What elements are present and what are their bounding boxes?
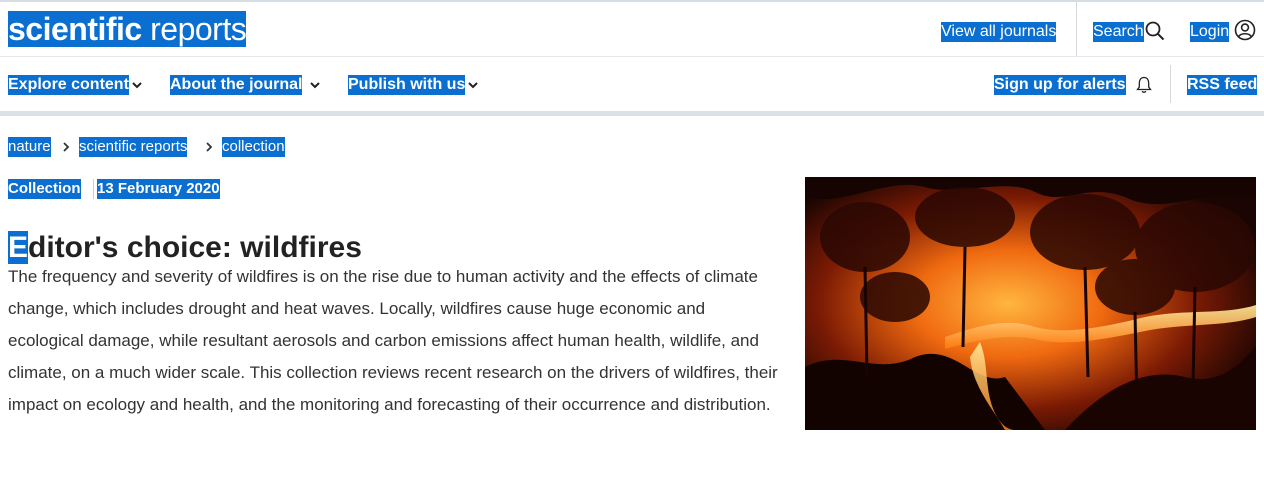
meta-divider (93, 179, 94, 199)
article-type: Collection (8, 179, 81, 199)
search-link[interactable]: Search (1093, 22, 1144, 42)
site-header: scientific reports View all journals Sea… (0, 2, 1264, 57)
rss-feed-link[interactable]: RSS feed (1187, 75, 1258, 95)
main-nav: Explore content About the journal Publis… (0, 57, 1264, 111)
wildfire-image (805, 177, 1256, 430)
breadcrumb-collection[interactable]: collection (222, 137, 285, 157)
search-icon[interactable] (1145, 21, 1165, 41)
nav-explore-content[interactable]: Explore content (8, 75, 129, 95)
journal-logo[interactable]: scientific reports (8, 11, 247, 47)
breadcrumb-scientific-reports[interactable]: scientific reports (79, 137, 188, 157)
nav-bottom-border (0, 111, 1264, 116)
logo-bold-text: scientific (8, 11, 142, 47)
chevron-right-icon (63, 142, 70, 152)
chevron-right-icon (206, 142, 213, 152)
sign-up-alerts-link[interactable]: Sign up for alerts (994, 75, 1126, 95)
user-circle-icon[interactable] (1234, 19, 1256, 41)
published-date: 13 February 2020 (97, 179, 220, 199)
nav-publish-with-us[interactable]: Publish with us (348, 75, 466, 95)
title-rest: ditor's choice: wildfires (28, 231, 362, 265)
collection-description: The frequency and severity of wildfires … (8, 267, 778, 414)
chevron-down-icon[interactable] (309, 79, 321, 91)
header-divider (1076, 2, 1077, 56)
title-first-letter: E (8, 231, 29, 265)
nav-divider (1170, 65, 1171, 103)
breadcrumb-nature[interactable]: nature (8, 137, 51, 157)
chevron-down-icon[interactable] (131, 79, 143, 91)
nav-about-journal[interactable]: About the journal (170, 75, 303, 95)
logo-light-text: reports (150, 11, 247, 47)
login-link[interactable]: Login (1190, 22, 1230, 42)
bell-icon[interactable] (1136, 76, 1152, 94)
view-all-journals-link[interactable]: View all journals (941, 22, 1057, 42)
chevron-down-icon[interactable] (467, 79, 479, 91)
